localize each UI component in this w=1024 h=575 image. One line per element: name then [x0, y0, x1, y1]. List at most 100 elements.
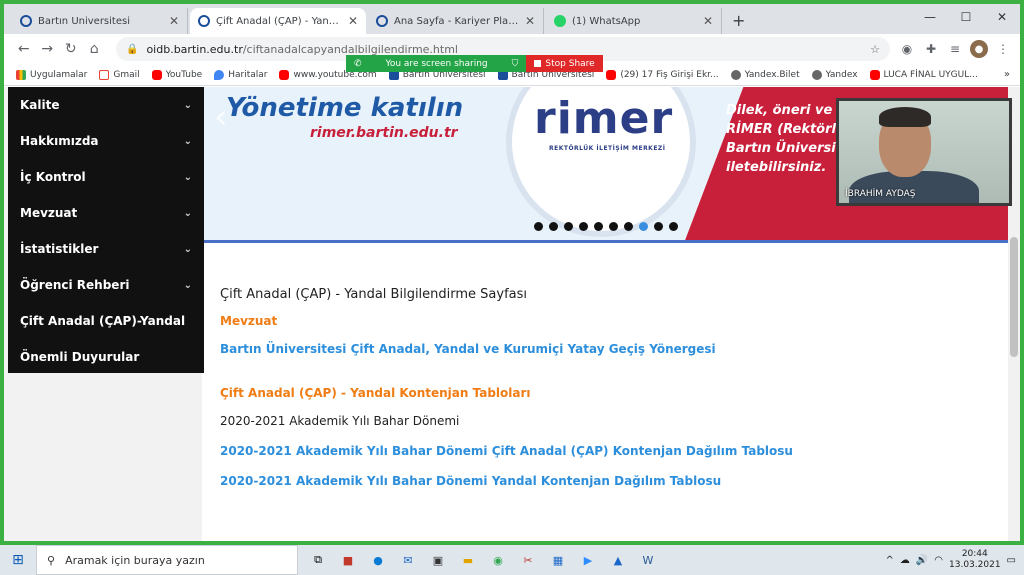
puzzle-icon[interactable]: ✚ — [922, 40, 940, 58]
chevron-up-icon[interactable]: ^ — [885, 555, 893, 566]
close-icon[interactable]: ✕ — [348, 14, 358, 28]
banner-title: Yönetime katılın — [226, 93, 464, 123]
tab-title: Çift Anadal (ÇAP) - Yandal Bilgile — [216, 15, 344, 27]
bookmark-9[interactable]: Yandex — [811, 69, 858, 80]
slider-dot[interactable] — [549, 222, 558, 231]
stop-share-button[interactable]: Stop Share — [526, 55, 603, 72]
section-heading-kontenjan: Çift Anadal (ÇAP) - Yandal Kontenjan Tab… — [220, 386, 531, 400]
sidebar-item-cap-yandal[interactable]: Çift Anadal (ÇAP)-Yandal — [8, 303, 204, 339]
bartin-favicon-icon — [20, 15, 32, 27]
bookmark-1[interactable]: Gmail — [99, 69, 140, 80]
link-yonerge[interactable]: Bartın Üniversitesi Çift Anadal, Yandal … — [220, 342, 1000, 356]
clock[interactable]: 20:44 13.03.2021 — [949, 549, 1001, 571]
sidebar-menu: Kalite ⌄ Hakkımızda ⌄ İç Kontrol ⌄ Mevzuat ⌄… — [8, 87, 204, 373]
bookmark-7[interactable]: (29) 17 Fiş Girişi Ekr... — [606, 69, 719, 80]
edge-icon[interactable]: ● — [368, 551, 388, 569]
snipping-icon[interactable]: ✂ — [518, 551, 538, 569]
slider-dot[interactable] — [564, 222, 573, 231]
close-icon[interactable]: ✕ — [703, 14, 713, 28]
bookmark-label: Yandex.Bilet — [744, 69, 800, 80]
store-icon[interactable]: ▣ — [428, 551, 448, 569]
link-cap-kontenjan[interactable]: 2020-2021 Akademik Yılı Bahar Dönemi Çif… — [220, 444, 1000, 458]
bookmark-2[interactable]: YouTube — [151, 69, 202, 80]
slider-dot[interactable] — [534, 222, 543, 231]
tab-bartin[interactable]: Bartın Üniversitesi ✕ — [12, 8, 188, 34]
photos-icon[interactable]: ▲ — [608, 551, 628, 569]
extension-icon[interactable]: ◉ — [898, 40, 916, 58]
gmail-icon — [99, 69, 110, 80]
share-status[interactable]: ✆ You are screen sharing ⛉ — [346, 55, 527, 72]
maximize-icon[interactable]: ☐ — [948, 4, 984, 34]
slider-dot[interactable] — [624, 222, 633, 231]
sidebar-item-duyurular[interactable]: Önemli Duyurular — [8, 339, 204, 373]
tab-cap-yandal[interactable]: Çift Anadal (ÇAP) - Yandal Bilgile ✕ — [190, 8, 366, 34]
bookmark-8[interactable]: Yandex.Bilet — [730, 69, 800, 80]
star-icon[interactable]: ☆ — [870, 43, 880, 56]
mail-icon[interactable]: ✉ — [398, 551, 418, 569]
new-tab-button[interactable]: + — [724, 11, 753, 34]
screen-share-bar: ✆ You are screen sharing ⛉ Stop Share — [346, 55, 603, 72]
sidebar-item-ic-kontrol[interactable]: İç Kontrol ⌄ — [8, 159, 204, 195]
slider-dot[interactable] — [639, 222, 648, 231]
slider-dot[interactable] — [609, 222, 618, 231]
banner-url: rimer.bartin.edu.tr — [310, 125, 458, 141]
close-icon[interactable]: ✕ — [169, 14, 179, 28]
link-yandal-kontenjan[interactable]: 2020-2021 Akademik Yılı Bahar Dönemi Yan… — [220, 474, 1000, 488]
banner-right-text: Dilek, öneri ve ş RİMER (Rektörlü Bartın… — [726, 101, 845, 177]
close-window-icon[interactable]: ✕ — [984, 4, 1020, 34]
bartin-favicon-icon — [376, 15, 388, 27]
notification-icon[interactable]: ▭ — [1007, 555, 1016, 566]
sidebar-item-kalite[interactable]: Kalite ⌄ — [8, 87, 204, 123]
sidebar-item-hakkimizda[interactable]: Hakkımızda ⌄ — [8, 123, 204, 159]
sidebar-item-label: İstatistikler — [20, 242, 99, 256]
url-path: /ciftanadalcapyandalbilgilendirme.html — [242, 42, 458, 56]
section-heading-mevzuat: Mevzuat — [220, 314, 278, 328]
close-icon[interactable]: ✕ — [525, 14, 535, 28]
tab-whatsapp[interactable]: (1) WhatsApp ✕ — [546, 8, 722, 34]
home-icon[interactable]: ⌂ — [83, 41, 107, 57]
calendar-icon[interactable]: ▦ — [548, 551, 568, 569]
chevron-right-icon[interactable]: » — [1004, 69, 1010, 80]
volume-icon[interactable]: 🔊 — [916, 555, 928, 566]
menu-dots-icon[interactable]: ⋮ — [994, 40, 1012, 58]
slider-dot[interactable] — [594, 222, 603, 231]
task-view-icon[interactable]: ⧉ — [308, 551, 328, 569]
slider-dot[interactable] — [654, 222, 663, 231]
banner-line: iletebilirsiniz. — [726, 160, 827, 175]
slider-dot[interactable] — [669, 222, 678, 231]
word-icon[interactable]: W — [638, 551, 658, 569]
back-icon[interactable]: ← — [12, 41, 36, 57]
stop-icon — [534, 60, 542, 67]
system-tray: ^ ☁ 🔊 ◠ 20:44 13.03.2021 ▭ — [885, 549, 1024, 571]
network-icon[interactable]: ☁ — [900, 555, 910, 566]
reload-icon[interactable]: ↻ — [59, 41, 83, 57]
page-title: Çift Anadal (ÇAP) - Yandal Bilgilendirme… — [220, 287, 528, 302]
sidebar-item-ogrenci-rehberi[interactable]: Öğrenci Rehberi ⌄ — [8, 267, 204, 303]
minimize-icon[interactable]: — — [912, 4, 948, 34]
globe-icon — [811, 69, 822, 80]
sidebar-item-istatistikler[interactable]: İstatistikler ⌄ — [8, 231, 204, 267]
taskbar-search[interactable]: ⚲ Aramak için buraya yazın — [36, 545, 298, 575]
chrome-icon[interactable]: ◉ — [488, 551, 508, 569]
folder-icon[interactable]: ▬ — [458, 551, 478, 569]
chevron-down-icon: ⌄ — [183, 171, 192, 183]
lock-icon[interactable]: 🔒 — [126, 44, 138, 55]
bookmark-0[interactable]: Uygulamalar — [16, 69, 87, 80]
webcam-video[interactable]: İBRAHİM AYDAŞ — [836, 98, 1012, 206]
forward-icon[interactable]: → — [36, 41, 60, 57]
windows-taskbar: ⊞ ⚲ Aramak için buraya yazın ⧉ ■ ● ✉ ▣ ▬… — [0, 545, 1024, 575]
wifi-icon[interactable]: ◠ — [934, 555, 943, 566]
profile-avatar-icon[interactable]: ● — [970, 40, 988, 58]
chevron-down-icon: ⌄ — [183, 207, 192, 219]
sidebar-item-mevzuat[interactable]: Mevzuat ⌄ — [8, 195, 204, 231]
tab-kariyer[interactable]: Ana Sayfa - Kariyer Planlama Uyg ✕ — [368, 8, 544, 34]
slider-dot[interactable] — [579, 222, 588, 231]
bookmark-10[interactable]: LUCA FİNAL UYGUL... — [869, 69, 978, 80]
zoom-icon[interactable]: ▶ — [578, 551, 598, 569]
gift-icon[interactable]: ■ — [338, 551, 358, 569]
playlist-icon[interactable]: ≡ — [946, 40, 964, 58]
scrollbar-thumb[interactable] — [1010, 237, 1018, 357]
windows-start-icon[interactable]: ⊞ — [0, 552, 36, 568]
bookmark-3[interactable]: Haritalar — [214, 69, 267, 80]
maps-icon — [214, 69, 225, 80]
